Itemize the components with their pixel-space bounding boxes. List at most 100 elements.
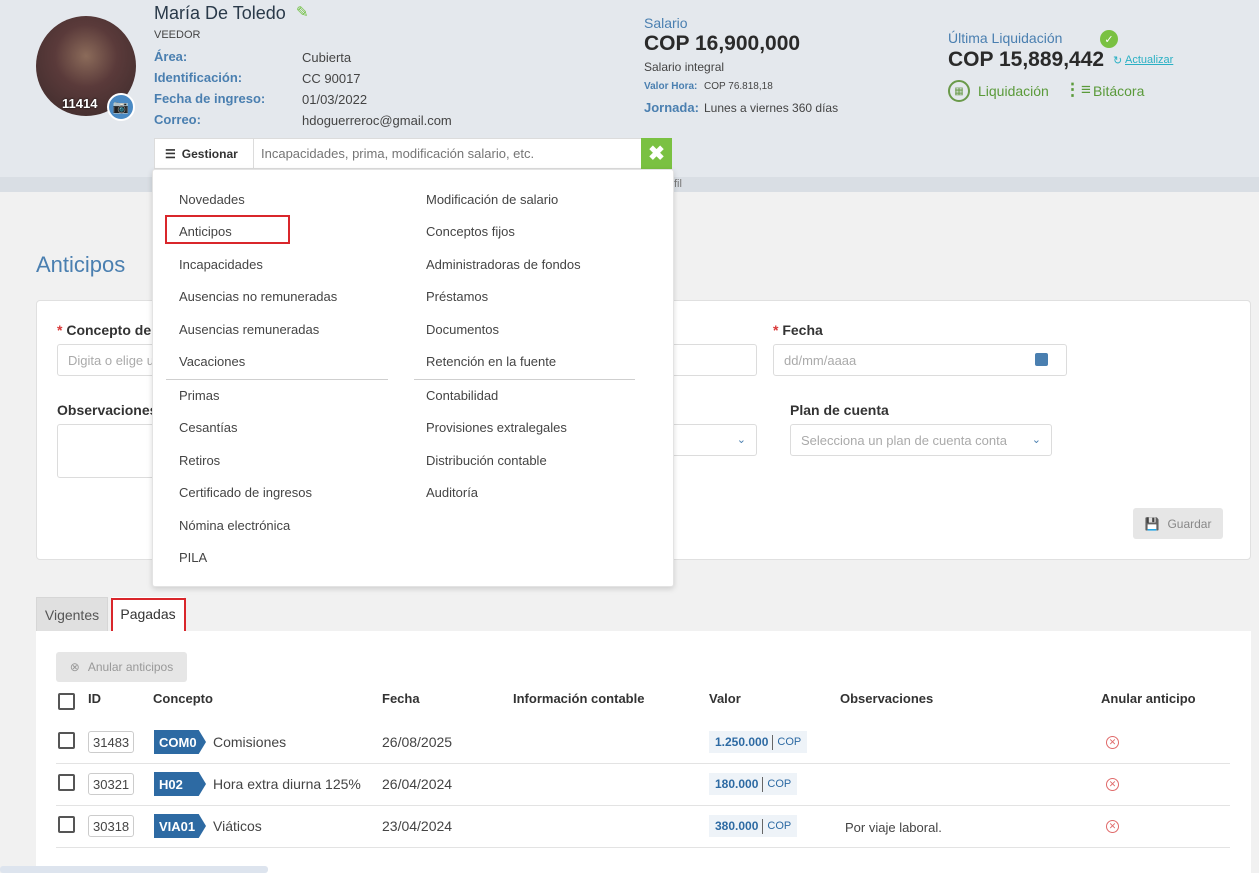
menu-item-retencion-fuente[interactable]: Retención en la fuente <box>426 354 556 369</box>
menu-item-pila[interactable]: PILA <box>179 550 207 565</box>
row-value: 180.000 COP <box>709 773 798 795</box>
manage-button[interactable]: ☰ Gestionar <box>155 139 254 168</box>
area-value: Cubierta <box>302 50 352 65</box>
employee-role: VEEDOR <box>154 29 201 41</box>
void-advance-icon[interactable]: ✕ <box>1106 820 1119 833</box>
account-plan-label: Plan de cuenta <box>790 402 889 418</box>
void-advance-icon[interactable]: ✕ <box>1106 736 1119 749</box>
row-concept: Hora extra diurna 125% <box>213 776 361 792</box>
highlight-pagadas <box>111 598 186 634</box>
email-label: Correo: <box>154 112 201 127</box>
email-value: hdoguerreroc@gmail.com <box>302 113 452 128</box>
value-divider <box>762 776 764 792</box>
schedule-label: Jornada: <box>644 100 699 115</box>
value-amount: 380.000 <box>715 819 759 833</box>
account-plan-select[interactable]: Selecciona un plan de cuenta conta ⌄ <box>790 424 1052 456</box>
value-divider <box>762 818 764 834</box>
menu-icon: ☰ <box>165 146 176 161</box>
start-date-label: Fecha de ingreso: <box>154 91 266 106</box>
date-input[interactable]: dd/mm/aaaa <box>773 344 1067 376</box>
void-advances-button[interactable]: ⊗ Anular anticipos <box>56 652 187 682</box>
row-checkbox[interactable] <box>58 816 75 833</box>
menu-item-prestamos[interactable]: Préstamos <box>426 289 488 304</box>
row-id: 31483 <box>88 731 135 753</box>
menu-item-novedades[interactable]: Novedades <box>179 192 245 207</box>
refresh-link[interactable]: Actualizar <box>1125 54 1173 66</box>
row-value: 1.250.000 COP <box>709 731 808 753</box>
row-divider <box>56 763 1230 764</box>
area-label: Área: <box>154 49 188 64</box>
menu-item-distribucion-contable[interactable]: Distribución contable <box>426 453 547 468</box>
row-checkbox[interactable] <box>58 774 75 791</box>
concept-code-tag: COM0 <box>154 730 206 754</box>
tab-vigentes[interactable]: Vigentes <box>36 597 108 631</box>
row-date: 26/04/2024 <box>382 776 453 792</box>
menu-item-contabilidad[interactable]: Contabilidad <box>426 388 498 403</box>
menu-item-incapacidades[interactable]: Incapacidades <box>179 257 263 272</box>
observations-label: Observaciones <box>57 402 158 418</box>
header-observations: Observaciones <box>840 691 934 706</box>
last-liquidation-value: COP 15,889,442 <box>948 48 1105 71</box>
camera-icon[interactable]: 📷 <box>107 93 135 121</box>
hourly-label: Valor Hora: <box>644 81 698 92</box>
horizontal-scrollbar[interactable] <box>0 866 268 873</box>
header-value: Valor <box>709 691 741 706</box>
last-liquidation-label: Última Liquidación <box>948 30 1063 46</box>
header-concept: Concepto <box>153 691 213 706</box>
list-icon[interactable]: ⋮≡ <box>1064 80 1091 100</box>
void-advance-icon[interactable]: ✕ <box>1106 778 1119 791</box>
menu-item-cesantias[interactable]: Cesantías <box>179 420 238 435</box>
avatar-id: 11414 <box>62 96 98 111</box>
save-button[interactable]: 💾 Guardar <box>1133 508 1223 539</box>
advances-table-card: ⊗ Anular anticipos ID Concepto Fecha Inf… <box>36 631 1251 873</box>
manage-search-input[interactable] <box>261 139 641 168</box>
concept-code-tag: VIA01 <box>154 814 206 838</box>
hourly-value: COP 76.818,18 <box>704 81 773 92</box>
close-icon[interactable]: ✖ <box>641 138 672 169</box>
page-title: Anticipos <box>36 252 126 277</box>
value-amount: 180.000 <box>715 777 759 791</box>
row-divider <box>56 847 1230 848</box>
menu-item-ausencias-no-remuneradas[interactable]: Ausencias no remuneradas <box>179 289 337 304</box>
row-value: 380.000 COP <box>709 815 798 837</box>
row-date: 26/08/2025 <box>382 734 453 750</box>
refresh-icon[interactable]: ↻ <box>1113 54 1122 67</box>
row-date: 23/04/2024 <box>382 818 453 834</box>
bitacora-link[interactable]: Bitácora <box>1093 83 1144 99</box>
check-icon: ✓ <box>1100 30 1118 48</box>
menu-item-ausencias-remuneradas[interactable]: Ausencias remuneradas <box>179 322 319 337</box>
value-amount: 1.250.000 <box>715 735 769 749</box>
liquidation-icon[interactable]: ▦ <box>948 80 970 102</box>
menu-item-retiros[interactable]: Retiros <box>179 453 220 468</box>
menu-item-provisiones-extralegales[interactable]: Provisiones extralegales <box>426 420 567 435</box>
salary-value: COP 16,900,000 <box>644 32 801 55</box>
date-placeholder: dd/mm/aaaa <box>784 352 857 368</box>
menu-item-certificado-ingresos[interactable]: Certificado de ingresos <box>179 485 312 500</box>
menu-item-conceptos-fijos[interactable]: Conceptos fijos <box>426 224 515 239</box>
id-label: Identificación: <box>154 70 243 85</box>
calendar-icon[interactable] <box>1035 353 1048 366</box>
menu-item-auditoria[interactable]: Auditoría <box>426 485 478 500</box>
edit-pencil-icon[interactable]: ✎ <box>296 3 309 21</box>
row-observations: Por viaje laboral. <box>845 820 942 835</box>
menu-divider <box>414 379 635 380</box>
menu-item-administradoras-fondos[interactable]: Administradoras de fondos <box>426 257 581 272</box>
menu-item-primas[interactable]: Primas <box>179 388 219 403</box>
row-checkbox[interactable] <box>58 732 75 749</box>
row-id: 30321 <box>88 773 135 795</box>
liquidation-link[interactable]: Liquidación <box>978 83 1049 99</box>
menu-item-vacaciones[interactable]: Vacaciones <box>179 354 245 369</box>
manage-bar: ☰ Gestionar ✖ <box>154 138 672 169</box>
chevron-down-icon: ⌄ <box>736 434 746 446</box>
save-icon: 💾 <box>1144 516 1160 531</box>
menu-item-documentos[interactable]: Documentos <box>426 322 499 337</box>
select-all-checkbox[interactable] <box>58 693 75 710</box>
void-advances-label: Anular anticipos <box>87 660 174 674</box>
menu-item-nomina-electronica[interactable]: Nómina electrónica <box>179 518 290 533</box>
header-id: ID <box>88 691 101 706</box>
header-accounting-info: Información contable <box>513 691 645 706</box>
id-value: CC 90017 <box>302 71 361 86</box>
menu-item-modificacion-salario[interactable]: Modificación de salario <box>426 192 558 207</box>
header-date: Fecha <box>382 691 420 706</box>
concept-code-tag: H02 <box>154 772 206 796</box>
